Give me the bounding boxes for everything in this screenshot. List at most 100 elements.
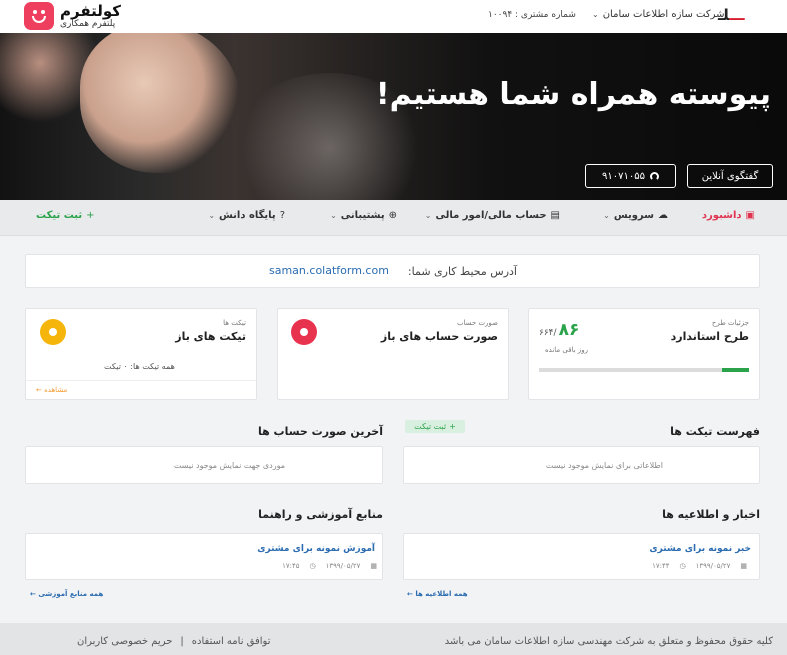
tickets-section-title: فهرست تیکت ها	[670, 425, 760, 438]
learning-card: آموزش نمونه برای مشتری ▦ ۱۳۹۹/۰۵/۲۷ ◷ ۱۷…	[25, 533, 383, 580]
phone-number: ۹۱۰۷۱۰۵۵	[602, 170, 645, 182]
nav-knowledge-label: پایگاه دانش	[219, 210, 276, 221]
learning-section-title: منابع آموزشی و راهنما	[258, 508, 383, 521]
colatform-tagline: پلتفرم همکاری	[60, 18, 116, 29]
new-ticket-chip-label: ثبت تیکت	[414, 422, 447, 431]
new-ticket-chip[interactable]: + ثبت تیکت	[405, 420, 465, 433]
news-post-meta: ▦ ۱۳۹۹/۰۵/۲۷ ◷ ۱۷:۴۴	[652, 562, 747, 570]
all-news-link[interactable]: همه اطلاعیه ها ←	[407, 590, 468, 598]
plan-progress-bar	[539, 368, 749, 372]
phone-button[interactable]: ۹۱۰۷۱۰۵۵	[585, 164, 676, 188]
footer-separator: |	[180, 636, 184, 647]
nav-new-ticket-label: ثبت تیکت	[36, 210, 83, 221]
invoices-section-title: آخرین صورت حساب ها	[257, 425, 383, 438]
invoices-empty: موردی جهت نمایش موجود نیست	[173, 461, 285, 470]
plus-icon: +	[449, 422, 456, 431]
ticket-count: همه تیکت ها: ۰ تیکت	[104, 362, 175, 371]
invoices-list-card: موردی جهت نمایش موجود نیست	[25, 446, 383, 484]
nav-service[interactable]: ☁ سرویس ⌄	[603, 210, 668, 221]
nav-support[interactable]: ⊕ پشتیبانی ⌄	[330, 210, 397, 221]
ticket-label: تیکت ها	[223, 319, 246, 327]
copyright: کلیه حقوق محفوظ و متعلق به شرکت مهندسی س…	[444, 636, 773, 647]
invoice-card: صورت حساب صورت حساب های باز	[277, 308, 509, 400]
news-post-date: ۱۳۹۹/۰۵/۲۷	[695, 562, 731, 570]
monitor-icon: ▣	[745, 210, 755, 221]
customer-number: شماره مشتری : ۱۰۰۹۴	[488, 10, 576, 20]
nav-finance-label: حساب مالی/امور مالی	[435, 210, 547, 221]
company-switcher[interactable]: شرکت سازه اطلاعات سامان ⌄	[592, 9, 725, 20]
lifebuoy-icon: ⊕	[388, 210, 397, 221]
news-post-title[interactable]: خبر نمونه برای مشتری	[649, 544, 751, 554]
arrow-left-icon: ←	[36, 386, 42, 394]
tickets-list-card: اطلاعاتی برای نمایش موجود نیست	[403, 446, 760, 484]
hero-title: پیوسته همراه شما هستیم!	[375, 77, 771, 112]
top-bar: کولتفرم پلتفرم همکاری شماره مشتری : ۱۰۰۹…	[0, 0, 787, 33]
main-nav: ▣ داشبورد ☁ سرویس ⌄ ▤ حساب مالی/امور مال…	[0, 200, 787, 236]
learning-post-meta: ▦ ۱۳۹۹/۰۵/۲۷ ◷ ۱۷:۴۵	[282, 562, 377, 570]
chevron-down-icon: ⌄	[208, 211, 216, 220]
colatform-name: کولتفرم	[60, 1, 122, 20]
terms-link[interactable]: توافق نامه استفاده	[192, 636, 271, 647]
chevron-down-icon: ⌄	[603, 211, 610, 220]
learning-post-title[interactable]: آموزش نمونه برای مشتری	[257, 544, 375, 554]
invoice-label: صورت حساب	[456, 319, 498, 327]
plan-card: جزئیات طرح طرح استاندارد ۸۶ /۶۶۴ روز باق…	[528, 308, 760, 400]
nav-new-ticket[interactable]: + ثبت تیکت	[36, 210, 95, 221]
nav-support-label: پشتیبانی	[340, 210, 385, 221]
nav-knowledge[interactable]: ? پایگاه دانش ⌄	[208, 210, 285, 221]
nav-dashboard-label: داشبورد	[701, 210, 742, 221]
days-total: /۶۶۴	[539, 328, 557, 338]
all-learning-link[interactable]: همه منابع آموزشی ←	[30, 590, 103, 598]
company-logo: ـــلـ	[718, 6, 746, 24]
colatform-smile-icon	[24, 2, 54, 30]
learning-post-time: ۱۷:۴۵	[282, 562, 300, 570]
cloud-icon: ☁	[658, 210, 668, 221]
nav-finance[interactable]: ▤ حساب مالی/امور مالی ⌄	[425, 210, 560, 221]
question-icon: ?	[279, 210, 285, 221]
clock-icon: ◷	[309, 562, 316, 570]
calendar-icon: ▦	[740, 562, 747, 570]
plus-icon: +	[86, 210, 95, 221]
view-tickets-link[interactable]: مشاهده ←	[36, 386, 67, 394]
calendar-icon: ▦	[370, 562, 377, 570]
all-learning-label: همه منابع آموزشی	[38, 590, 104, 598]
tickets-empty: اطلاعاتی برای نمایش موجود نیست	[545, 461, 663, 470]
plan-title: طرح استاندارد	[670, 330, 749, 343]
ticket-card: تیکت ها تیکت های باز همه تیکت ها: ۰ تیکت…	[25, 308, 257, 400]
online-chat-button[interactable]: گفتگوی آنلاین	[687, 164, 773, 188]
headset-icon	[649, 171, 659, 181]
news-post-time: ۱۷:۴۴	[652, 562, 670, 570]
plan-label: جزئیات طرح	[711, 319, 749, 327]
money-icon: ▤	[550, 210, 560, 221]
workspace-card: آدرس محیط کاری شما: saman.colatform.com	[25, 254, 760, 288]
arrow-left-icon: ←	[30, 590, 36, 598]
company-name: شرکت سازه اطلاعات سامان	[602, 9, 725, 20]
workspace-url[interactable]: saman.colatform.com	[269, 264, 389, 277]
news-card: خبر نمونه برای مشتری ▦ ۱۳۹۹/۰۵/۲۷ ◷ ۱۷:۴…	[403, 533, 760, 580]
footer-links: توافق نامه استفاده | حریم خصوصی کاربران	[77, 636, 271, 647]
all-news-label: همه اطلاعیه ها	[415, 590, 468, 598]
invoice-title: صورت حساب های باز	[380, 330, 498, 343]
clock-icon: ◷	[679, 562, 686, 570]
chevron-down-icon: ⌄	[424, 211, 432, 220]
view-tickets-label: مشاهده	[44, 386, 68, 394]
days-caption: روز باقی مانده	[545, 346, 589, 354]
footer: کلیه حقوق محفوظ و متعلق به شرکت مهندسی س…	[0, 623, 787, 655]
plan-progress-fill	[721, 368, 749, 372]
days-left: ۸۶	[558, 320, 580, 340]
learning-post-date: ۱۳۹۹/۰۵/۲۷	[325, 562, 361, 570]
news-section-title: اخبار و اطلاعیه ها	[662, 508, 760, 521]
colatform-logo[interactable]: کولتفرم پلتفرم همکاری	[24, 2, 121, 30]
days-remaining: ۸۶ /۶۶۴	[539, 320, 579, 340]
ticket-icon	[40, 319, 66, 345]
workspace-label: آدرس محیط کاری شما:	[407, 265, 517, 278]
nav-dashboard[interactable]: ▣ داشبورد	[702, 210, 755, 221]
hero-banner: پیوسته همراه شما هستیم! گفتگوی آنلاین ۹۱…	[0, 33, 787, 200]
arrow-left-icon: ←	[407, 590, 413, 598]
invoice-icon	[291, 319, 317, 345]
chevron-down-icon: ⌄	[330, 211, 337, 220]
chevron-down-icon: ⌄	[592, 10, 599, 19]
nav-service-label: سرویس	[613, 210, 654, 221]
privacy-link[interactable]: حریم خصوصی کاربران	[77, 636, 172, 647]
ticket-title: تیکت های باز	[175, 330, 246, 343]
